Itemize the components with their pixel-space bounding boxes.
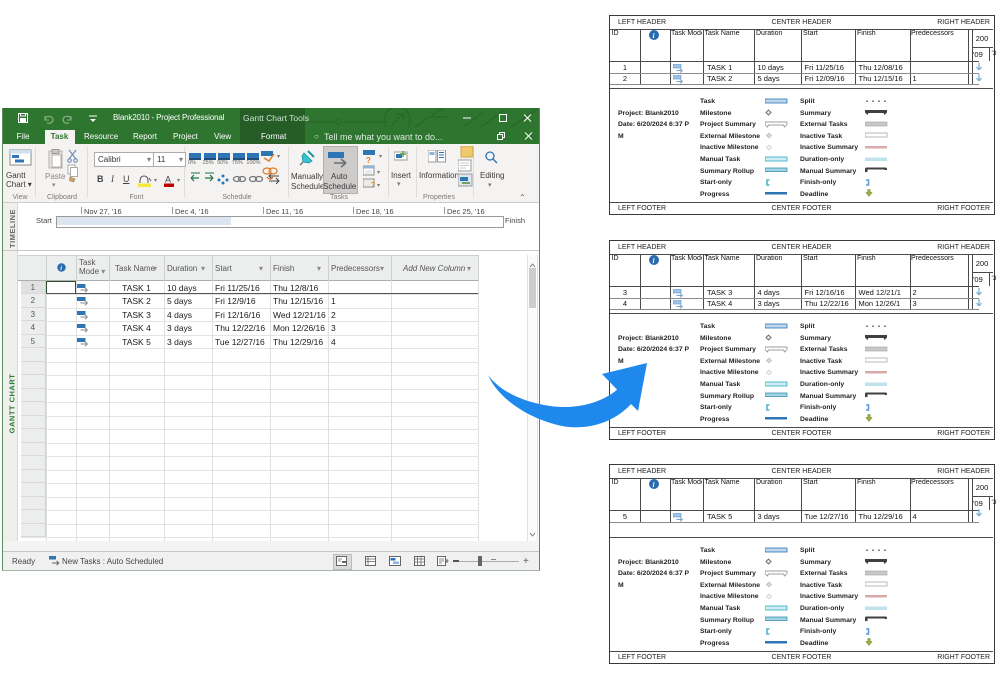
svg-text:?: ? <box>366 156 371 165</box>
svg-text:▾: ▾ <box>177 178 180 184</box>
svg-text:▾: ▾ <box>154 178 157 184</box>
svg-text:?: ? <box>371 182 375 188</box>
svg-text:i: i <box>60 265 62 272</box>
svg-text:▾: ▾ <box>377 183 380 188</box>
svg-text:A: A <box>165 175 171 185</box>
svg-text:▾: ▾ <box>277 154 280 160</box>
svg-text:▾: ▾ <box>377 170 380 176</box>
svg-text:▾: ▾ <box>379 154 382 160</box>
